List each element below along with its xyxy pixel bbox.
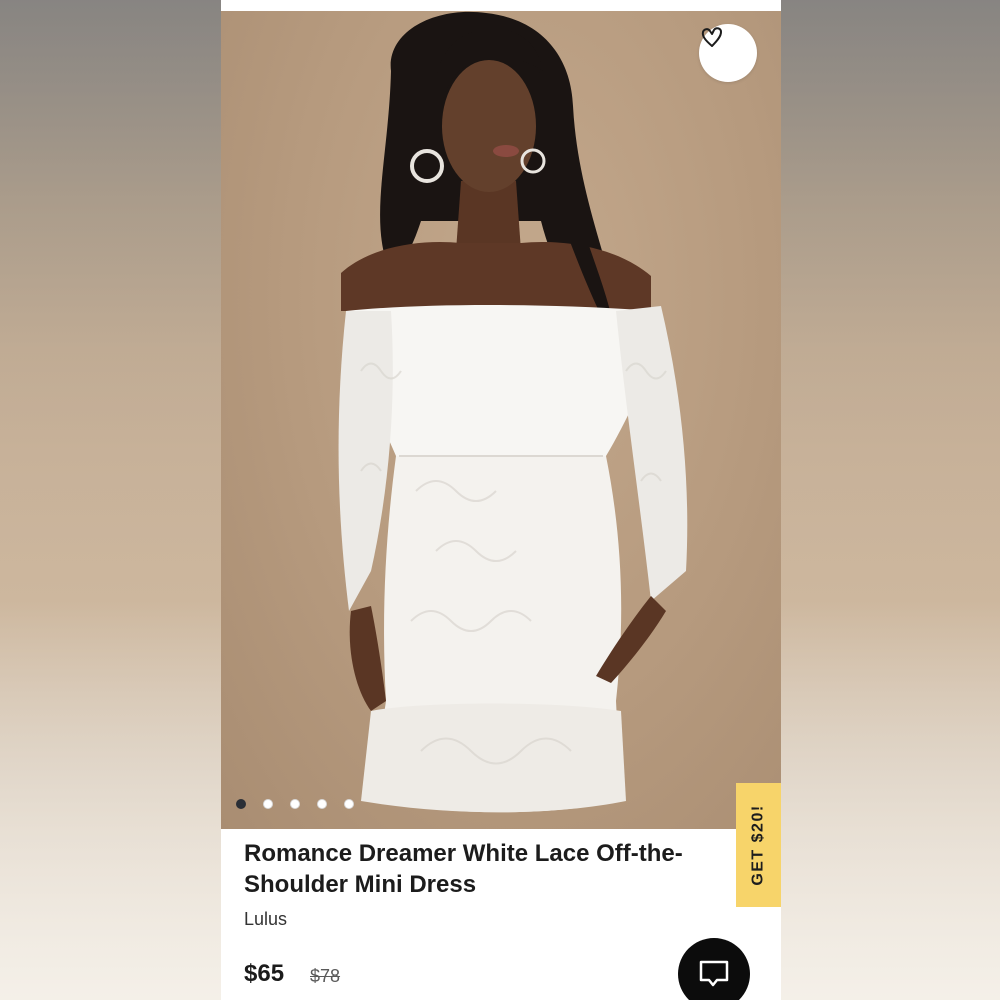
product-image[interactable] [221, 11, 781, 829]
model-illustration [338, 11, 688, 813]
product-title: Romance Dreamer White Lace Off-the-Shoul… [244, 840, 683, 898]
original-price: $78 [310, 966, 341, 986]
carousel-dot-4[interactable] [317, 799, 327, 809]
promo-label: GET $20! [749, 804, 767, 886]
favorite-button[interactable] [699, 24, 757, 82]
promo-tab[interactable]: GET $20! [736, 783, 781, 907]
chat-button[interactable] [678, 938, 750, 1000]
top-strip [221, 0, 781, 11]
heart-icon [701, 27, 722, 47]
product-screen: GET $20! Romance Dreamer White Lace Off-… [221, 0, 781, 1000]
carousel-dot-1[interactable] [236, 799, 246, 809]
chat-bubble-icon [699, 960, 729, 987]
product-price: $65 [244, 960, 285, 987]
blurred-background-right [781, 0, 1000, 1000]
carousel-dot-5[interactable] [344, 799, 354, 809]
carousel-dot-3[interactable] [290, 799, 300, 809]
carousel-dot-2[interactable] [263, 799, 273, 809]
carousel-dots [236, 799, 354, 809]
product-brand[interactable]: Lulus [244, 909, 287, 930]
blurred-background-left [0, 0, 221, 1000]
